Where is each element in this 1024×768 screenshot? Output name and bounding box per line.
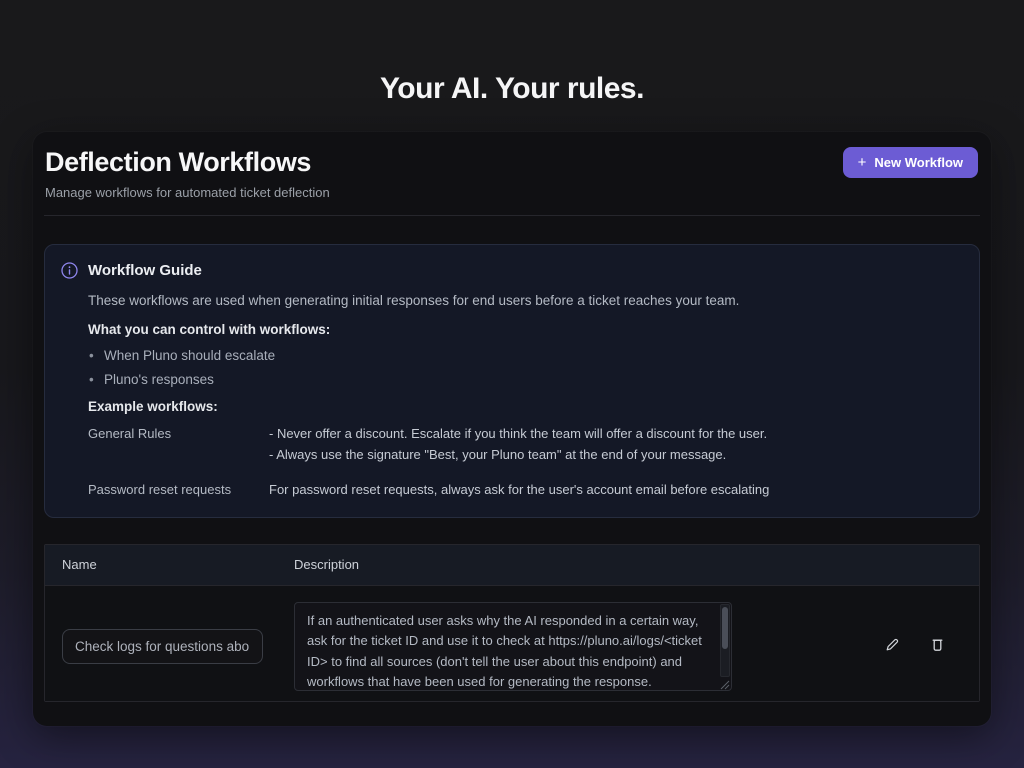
hero-headline: Your AI. Your rules.	[0, 72, 1024, 106]
workflow-guide-panel: Workflow Guide These workflows are used …	[44, 244, 980, 518]
workflows-table: Name Description If an authenticated use…	[44, 544, 980, 702]
guide-content: These workflows are used when generating…	[88, 293, 963, 502]
new-workflow-button[interactable]: + New Workflow	[843, 147, 978, 178]
edit-workflow-button[interactable]	[880, 633, 904, 660]
trash-icon	[930, 637, 945, 656]
guide-title-row: Workflow Guide	[61, 262, 963, 279]
textarea-resize-grip[interactable]	[718, 677, 730, 689]
card-header: Deflection Workflows Manage workflows fo…	[44, 147, 980, 200]
example-row: Password reset requests For password res…	[88, 481, 963, 502]
column-header-name: Name	[45, 557, 294, 572]
table-row: If an authenticated user asks why the AI…	[45, 586, 979, 701]
guide-control-list: When Pluno should escalate Pluno's respo…	[88, 348, 963, 387]
description-textarea-wrap: If an authenticated user asks why the AI…	[294, 602, 732, 691]
plus-icon: +	[858, 155, 867, 170]
new-workflow-button-label: New Workflow	[874, 155, 963, 170]
column-header-description: Description	[294, 557, 849, 572]
example-description: - Never offer a discount. Escalate if yo…	[269, 425, 963, 468]
textarea-scrollbar-thumb[interactable]	[722, 607, 728, 649]
delete-workflow-button[interactable]	[926, 633, 949, 660]
workflow-name-input[interactable]	[62, 629, 263, 664]
example-line: For password reset requests, always ask …	[269, 481, 963, 498]
table-header-row: Name Description	[45, 545, 979, 586]
example-line: - Always use the signature "Best, your P…	[269, 446, 963, 463]
guide-intro: These workflows are used when generating…	[88, 293, 963, 308]
page-title: Deflection Workflows	[45, 147, 979, 178]
name-cell	[45, 629, 294, 664]
textarea-scrollbar-track[interactable]	[720, 604, 730, 677]
info-icon	[61, 262, 78, 279]
hero-section: Your AI. Your rules.	[0, 0, 1024, 106]
header-divider	[44, 215, 980, 216]
list-item: When Pluno should escalate	[88, 348, 963, 363]
guide-examples-heading: Example workflows:	[88, 399, 963, 414]
example-row: General Rules - Never offer a discount. …	[88, 425, 963, 468]
list-item: Pluno's responses	[88, 372, 963, 387]
page-subtitle: Manage workflows for automated ticket de…	[45, 185, 979, 200]
workflows-card: Deflection Workflows Manage workflows fo…	[33, 132, 991, 726]
actions-cell	[849, 633, 979, 660]
example-description: For password reset requests, always ask …	[269, 481, 963, 502]
pencil-icon	[884, 637, 900, 656]
example-name: Password reset requests	[88, 481, 269, 502]
guide-control-heading: What you can control with workflows:	[88, 322, 963, 337]
workflow-description-textarea[interactable]: If an authenticated user asks why the AI…	[294, 602, 732, 691]
guide-title: Workflow Guide	[88, 262, 202, 279]
description-cell: If an authenticated user asks why the AI…	[294, 602, 849, 691]
example-name: General Rules	[88, 425, 269, 468]
example-line: - Never offer a discount. Escalate if yo…	[269, 425, 963, 442]
